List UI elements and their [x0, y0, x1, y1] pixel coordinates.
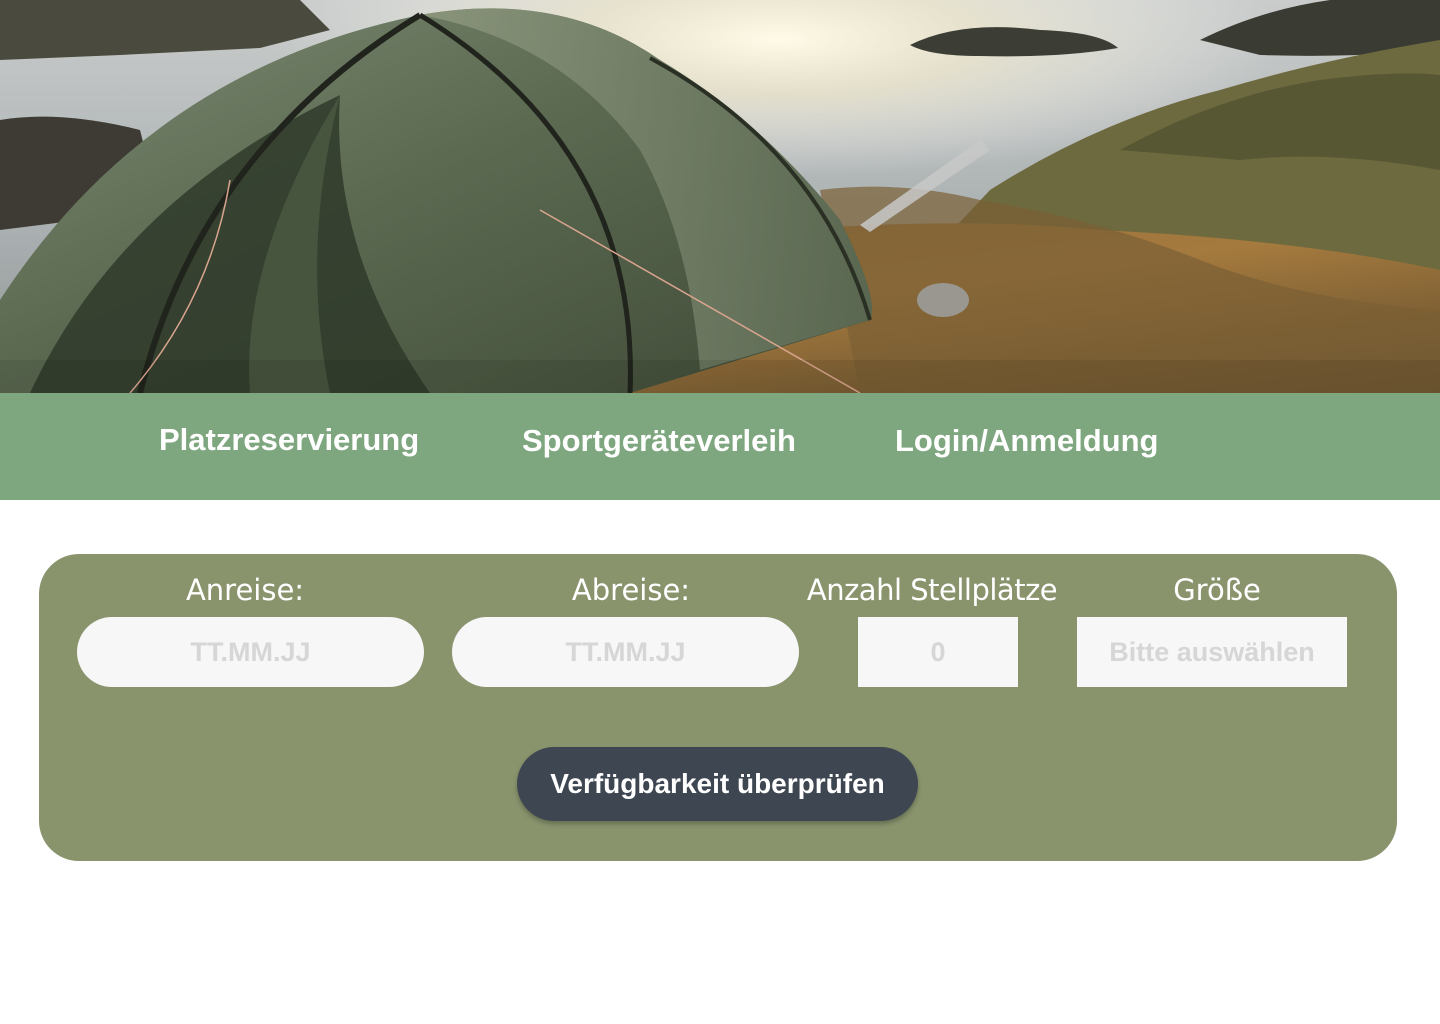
site-count-input[interactable] [858, 617, 1018, 687]
nav-item-sportgeraeteverleih[interactable]: Sportgeräteverleih [522, 393, 796, 500]
nav-item-platzreservierung[interactable]: Platzreservierung [159, 392, 419, 499]
main-nav: Platzreservierung Sportgeräteverleih Log… [0, 393, 1440, 500]
booking-form: Anreise: Abreise: Anzahl Stellplätze Grö… [39, 554, 1397, 861]
site-count-label: Anzahl Stellplätze [806, 573, 1058, 607]
hero-image [0, 0, 1440, 393]
departure-date-input[interactable] [452, 617, 799, 687]
page: Platzreservierung Sportgeräteverleih Log… [0, 0, 1440, 1024]
departure-label: Abreise: [571, 573, 691, 607]
check-availability-button[interactable]: Verfügbarkeit überprüfen [517, 747, 918, 821]
arrival-date-input[interactable] [77, 617, 424, 687]
arrival-label: Anreise: [185, 573, 305, 607]
size-select[interactable] [1077, 617, 1347, 687]
nav-item-login[interactable]: Login/Anmeldung [895, 393, 1158, 500]
size-label: Größe [1173, 573, 1261, 607]
hero-photo-illustration [0, 0, 1440, 393]
